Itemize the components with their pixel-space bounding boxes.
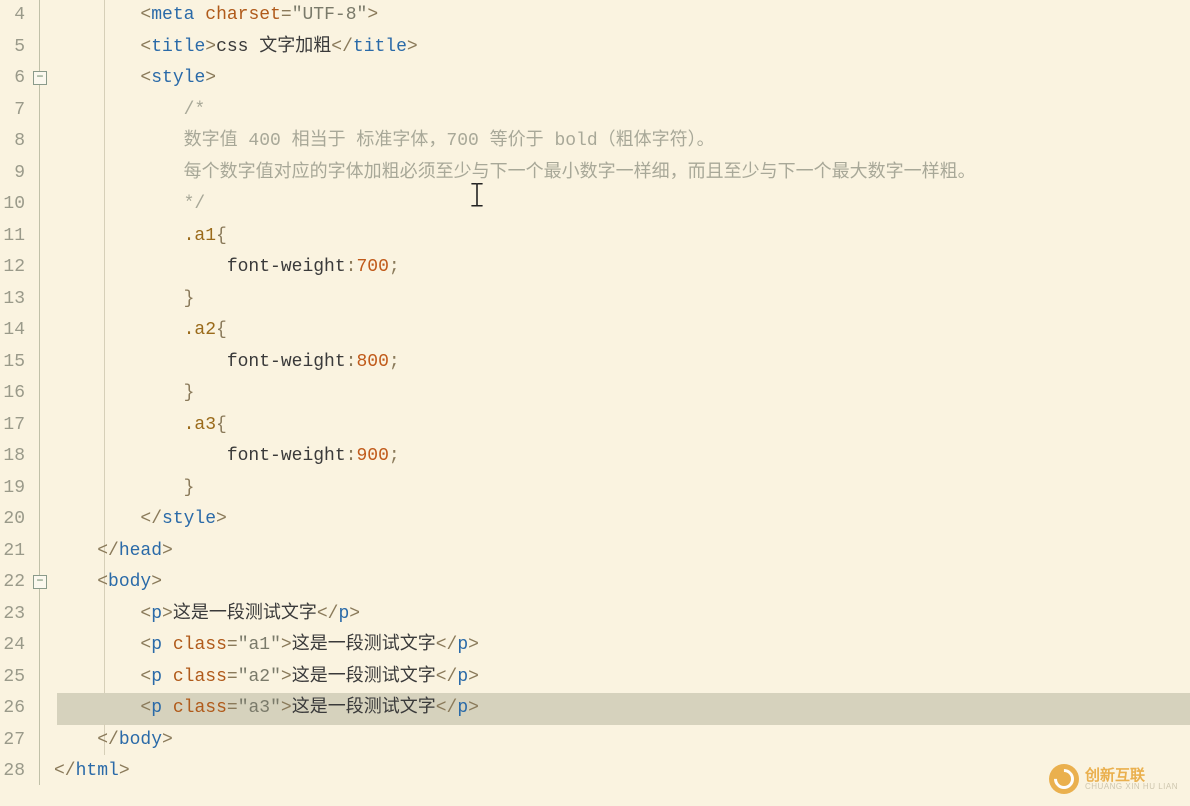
- code-line[interactable]: <body>: [54, 567, 1190, 599]
- code-line[interactable]: 数字值 400 相当于 标准字体，700 等价于 bold（粗体字符）。: [54, 126, 1190, 158]
- line-number: 16: [0, 378, 25, 410]
- line-number: 14: [0, 315, 25, 347]
- line-number: 4: [0, 0, 25, 32]
- code-area[interactable]: <meta charset="UTF-8"> <title>css 文字加粗</…: [54, 0, 1190, 788]
- code-line[interactable]: </style>: [54, 504, 1190, 536]
- line-number: 27: [0, 725, 25, 757]
- code-line[interactable]: </head>: [54, 536, 1190, 568]
- line-number: 28: [0, 756, 25, 788]
- line-number: 7: [0, 95, 25, 127]
- code-line[interactable]: */: [54, 189, 1190, 221]
- code-editor[interactable]: 4 5 6 7 8 9 10 11 12 13 14 15 16 17 18 1…: [0, 0, 1190, 788]
- text-cursor-icon: [470, 183, 484, 216]
- line-number: 12: [0, 252, 25, 284]
- code-line[interactable]: }: [54, 473, 1190, 505]
- line-number: 24: [0, 630, 25, 662]
- code-line[interactable]: </body>: [54, 725, 1190, 757]
- logo-text-en: CHUANG XIN HU LIAN: [1085, 783, 1178, 791]
- line-number: 20: [0, 504, 25, 536]
- watermark-logo: 创新互联 CHUANG XIN HU LIAN: [1049, 764, 1178, 794]
- code-line[interactable]: }: [54, 284, 1190, 316]
- logo-icon: [1049, 764, 1079, 794]
- line-number: 5: [0, 32, 25, 64]
- code-line[interactable]: }: [54, 378, 1190, 410]
- code-line[interactable]: .a2{: [54, 315, 1190, 347]
- line-number: 17: [0, 410, 25, 442]
- code-line[interactable]: <p class="a2">这是一段测试文字</p>: [54, 662, 1190, 694]
- code-line[interactable]: .a3{: [54, 410, 1190, 442]
- line-number: 11: [0, 221, 25, 253]
- line-number: 18: [0, 441, 25, 473]
- line-number: 15: [0, 347, 25, 379]
- code-line[interactable]: <p>这是一段测试文字</p>: [54, 599, 1190, 631]
- code-line[interactable]: font-weight:700;: [54, 252, 1190, 284]
- code-line[interactable]: font-weight:800;: [54, 347, 1190, 379]
- line-number: 26: [0, 693, 25, 725]
- code-line[interactable]: <p class="a1">这是一段测试文字</p>: [54, 630, 1190, 662]
- logo-text-cn: 创新互联: [1085, 768, 1178, 783]
- line-number-gutter: 4 5 6 7 8 9 10 11 12 13 14 15 16 17 18 1…: [0, 0, 28, 788]
- line-number: 13: [0, 284, 25, 316]
- code-line[interactable]: /*: [54, 95, 1190, 127]
- fold-toggle-icon[interactable]: −: [33, 71, 47, 85]
- line-number: 25: [0, 662, 25, 694]
- line-number: 6: [0, 63, 25, 95]
- fold-column: − −: [28, 0, 54, 788]
- line-number: 21: [0, 536, 25, 568]
- code-line[interactable]: <style>: [54, 63, 1190, 95]
- line-number: 23: [0, 599, 25, 631]
- line-number: 22: [0, 567, 25, 599]
- line-number: 19: [0, 473, 25, 505]
- fold-toggle-icon[interactable]: −: [33, 575, 47, 589]
- code-line[interactable]: <p class="a3">这是一段测试文字</p>: [54, 693, 1190, 725]
- code-line[interactable]: <meta charset="UTF-8">: [54, 0, 1190, 32]
- code-line[interactable]: font-weight:900;: [54, 441, 1190, 473]
- code-line[interactable]: 每个数字值对应的字体加粗必须至少与下一个最小数字一样细，而且至少与下一个最大数字…: [54, 158, 1190, 190]
- line-number: 10: [0, 189, 25, 221]
- line-number: 9: [0, 158, 25, 190]
- code-line[interactable]: .a1{: [54, 221, 1190, 253]
- code-line[interactable]: <title>css 文字加粗</title>: [54, 32, 1190, 64]
- code-line[interactable]: </html>: [54, 756, 1190, 788]
- line-number: 8: [0, 126, 25, 158]
